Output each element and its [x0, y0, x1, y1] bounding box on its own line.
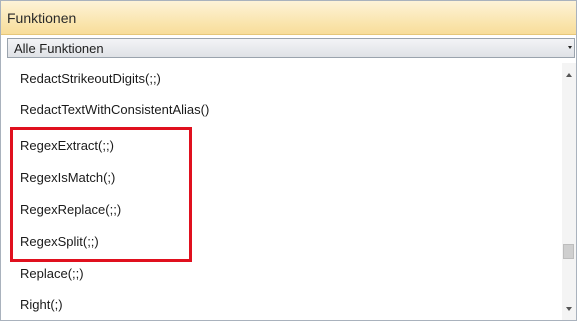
scroll-up-icon[interactable]	[566, 73, 572, 77]
function-list[interactable]: RedactStrikeoutDigits(;;) RedactTextWith…	[1, 63, 561, 320]
vertical-scrollbar[interactable]	[562, 63, 576, 320]
scroll-down-icon[interactable]	[566, 307, 572, 311]
functions-panel: Funktionen Alle Funktionen RedactStrikeo…	[0, 0, 577, 321]
scroll-thumb[interactable]	[563, 244, 574, 259]
chevron-down-icon[interactable]	[568, 46, 572, 49]
dropdown-selected-value: Alle Funktionen	[14, 41, 104, 56]
list-item-replace[interactable]: Replace(;;)	[20, 263, 84, 285]
list-item-regexreplace[interactable]: RegexReplace(;;)	[20, 199, 121, 221]
list-item-regexismatch[interactable]: RegexIsMatch(;)	[20, 167, 115, 189]
panel-header: Funktionen	[1, 1, 576, 35]
category-dropdown[interactable]: Alle Funktionen	[7, 38, 575, 58]
list-item-redactstrikeoutdigits[interactable]: RedactStrikeoutDigits(;;)	[20, 68, 161, 90]
list-item-right[interactable]: Right(;)	[20, 294, 63, 316]
list-item-regexsplit[interactable]: RegexSplit(;;)	[20, 231, 99, 253]
list-item-regexextract[interactable]: RegexExtract(;;)	[20, 135, 114, 157]
panel-title: Funktionen	[7, 10, 77, 26]
list-item-redacttextwithconsistentalias[interactable]: RedactTextWithConsistentAlias()	[20, 99, 209, 121]
